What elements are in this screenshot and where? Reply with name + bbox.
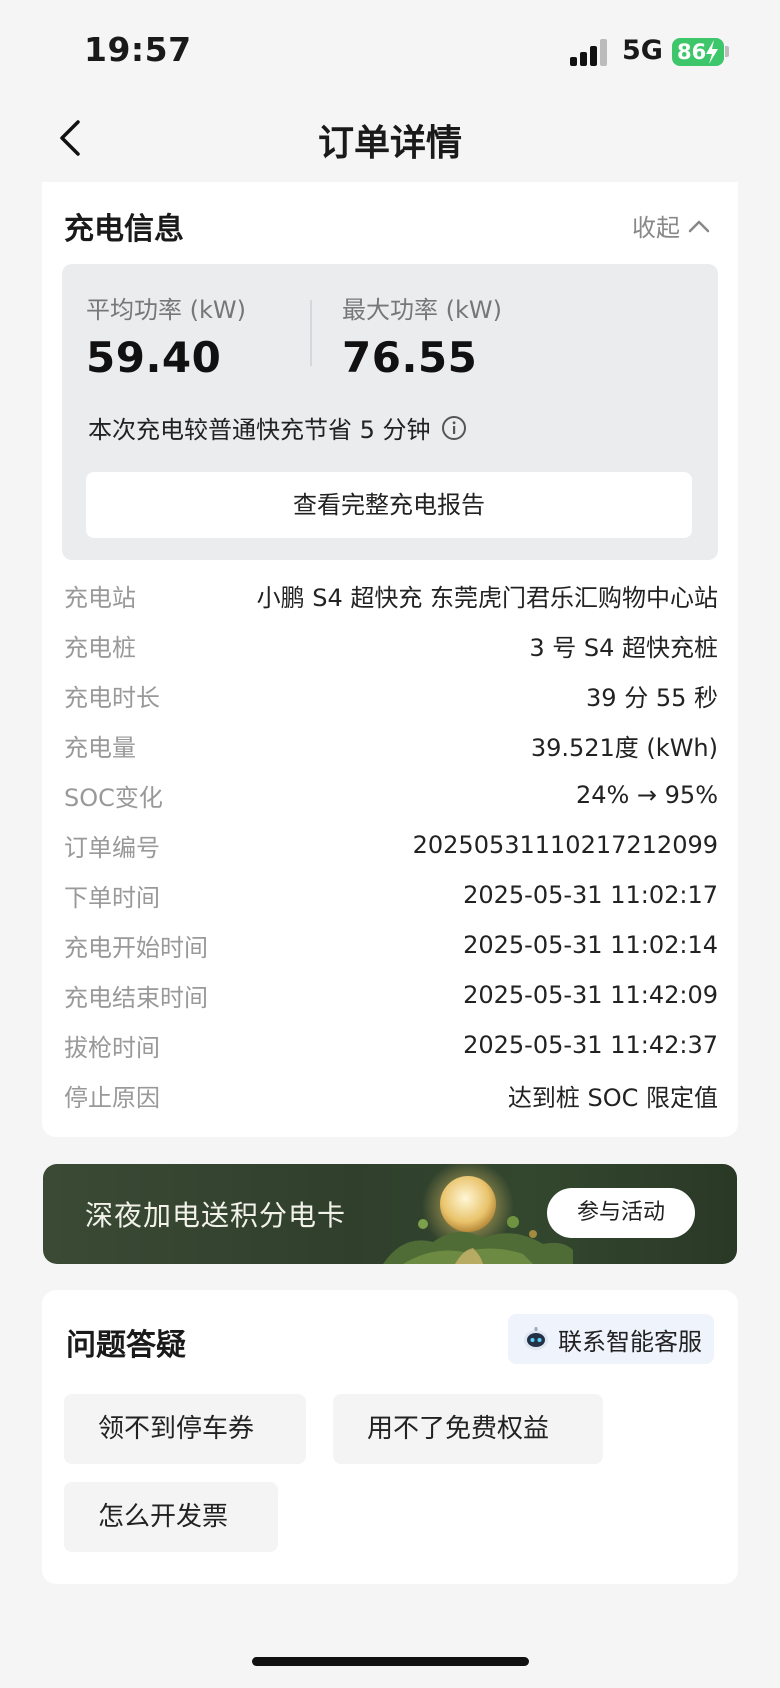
robot-assistant-icon — [524, 1327, 548, 1350]
avg-power-label: 平均功率 (kW) — [86, 296, 246, 324]
power-stats-panel: 平均功率 (kW) 59.40 最大功率 (kW) 76.55 本次充电较普通快… — [62, 264, 718, 560]
max-power-value: 76.55 — [342, 333, 478, 382]
home-indicator[interactable] — [252, 1657, 529, 1666]
charging-details-list: 充电站 小鹏 S4 超快充 东莞虎门君乐汇购物中心站 充电桩 3 号 S4 超快充桩… — [64, 570, 718, 1120]
status-bar: 19:57 5G 86 — [0, 0, 780, 100]
detail-value: 20250531110217212099 — [412, 831, 718, 859]
charging-bolt-icon — [706, 40, 718, 64]
detail-row-stop-reason: 停止原因 达到桩 SOC 限定值 — [64, 1070, 718, 1120]
faq-chip-invoice[interactable]: 怎么开发票 — [64, 1482, 278, 1552]
banner-text: 深夜加电送积分电卡 — [85, 1199, 347, 1232]
detail-value: 2025-05-31 11:42:09 — [463, 981, 718, 1009]
detail-value: 39.521度 (kWh) — [530, 733, 718, 762]
detail-row-unplug-time: 拔枪时间 2025-05-31 11:42:37 — [64, 1020, 718, 1070]
faq-title: 问题答疑 — [66, 1328, 186, 1363]
section-title: 充电信息 — [64, 212, 184, 247]
navigation-bar: 订单详情 — [0, 100, 780, 180]
view-full-report-button[interactable]: 查看完整充电报告 — [86, 472, 692, 538]
detail-label: 充电站 — [64, 583, 136, 612]
charging-info-card: 充电信息 收起 平均功率 (kW) 59.40 最大功率 (kW) 76.55 … — [42, 182, 738, 1137]
battery-level: 86 — [677, 40, 707, 64]
detail-value: 2025-05-31 11:02:17 — [463, 881, 718, 909]
collapse-button[interactable]: 收起 — [632, 208, 710, 243]
status-time: 19:57 — [84, 30, 192, 69]
detail-value: 39 分 55 秒 — [586, 683, 718, 712]
detail-row-order-time: 下单时间 2025-05-31 11:02:17 — [64, 870, 718, 920]
detail-value: 小鹏 S4 超快充 东莞虎门君乐汇购物中心站 — [256, 583, 718, 612]
detail-label: 充电开始时间 — [64, 933, 208, 962]
avg-power-stat: 平均功率 (kW) 59.40 — [86, 290, 246, 382]
detail-row-soc: SOC变化 24% → 95% — [64, 770, 718, 820]
detail-row-duration: 充电时长 39 分 55 秒 — [64, 670, 718, 720]
detail-label: 拔枪时间 — [64, 1033, 160, 1062]
contact-support-label: 联系智能客服 — [558, 1327, 702, 1356]
detail-row-end-time: 充电结束时间 2025-05-31 11:42:09 — [64, 970, 718, 1020]
detail-row-energy: 充电量 39.521度 (kWh) — [64, 720, 718, 770]
time-saving-text: 本次充电较普通快充节省 5 分钟 — [88, 416, 431, 444]
detail-label: 下单时间 — [64, 883, 160, 912]
detail-label: 充电时长 — [64, 683, 160, 712]
detail-label: 充电量 — [64, 733, 136, 762]
detail-value: 3 号 S4 超快充桩 — [529, 633, 718, 662]
max-power-stat: 最大功率 (kW) 76.55 — [342, 290, 502, 382]
detail-label: 充电桩 — [64, 633, 136, 662]
moon-landscape-illustration — [383, 1164, 573, 1264]
faq-chip-parking-coupon[interactable]: 领不到停车券 — [64, 1394, 306, 1464]
cellular-signal-icon — [570, 38, 610, 66]
info-icon[interactable] — [441, 415, 467, 441]
time-saving-note: 本次充电较普通快充节省 5 分钟 — [88, 410, 467, 445]
faq-card: 问题答疑 联系智能客服 领不到停车券 用不了免费权益 怎么开发票 — [42, 1290, 738, 1584]
detail-label: SOC变化 — [64, 783, 163, 812]
detail-row-start-time: 充电开始时间 2025-05-31 11:02:14 — [64, 920, 718, 970]
collapse-label: 收起 — [632, 214, 680, 242]
avg-power-value: 59.40 — [86, 333, 222, 382]
network-type: 5G — [622, 35, 663, 66]
join-activity-button[interactable]: 参与活动 — [547, 1188, 695, 1238]
page-title: 订单详情 — [317, 123, 462, 164]
faq-chip-free-benefits[interactable]: 用不了免费权益 — [333, 1394, 603, 1464]
contact-support-button[interactable]: 联系智能客服 — [508, 1314, 714, 1364]
detail-row-pile: 充电桩 3 号 S4 超快充桩 — [64, 620, 718, 670]
detail-row-order-id: 订单编号 20250531110217212099 — [64, 820, 718, 870]
chevron-up-icon — [688, 220, 710, 232]
max-power-label: 最大功率 (kW) — [342, 296, 502, 324]
detail-value: 24% → 95% — [575, 781, 718, 809]
detail-label: 停止原因 — [64, 1083, 160, 1112]
detail-value: 2025-05-31 11:02:14 — [463, 931, 718, 959]
detail-value: 2025-05-31 11:42:37 — [463, 1031, 718, 1059]
battery-tip — [725, 46, 729, 57]
detail-label: 订单编号 — [64, 833, 160, 862]
detail-value: 达到桩 SOC 限定值 — [507, 1083, 718, 1112]
stat-divider — [310, 300, 312, 366]
detail-label: 充电结束时间 — [64, 983, 208, 1012]
night-charging-promo-banner[interactable]: 深夜加电送积分电卡 参与活动 — [43, 1164, 737, 1264]
detail-row-station: 充电站 小鹏 S4 超快充 东莞虎门君乐汇购物中心站 — [64, 570, 718, 620]
